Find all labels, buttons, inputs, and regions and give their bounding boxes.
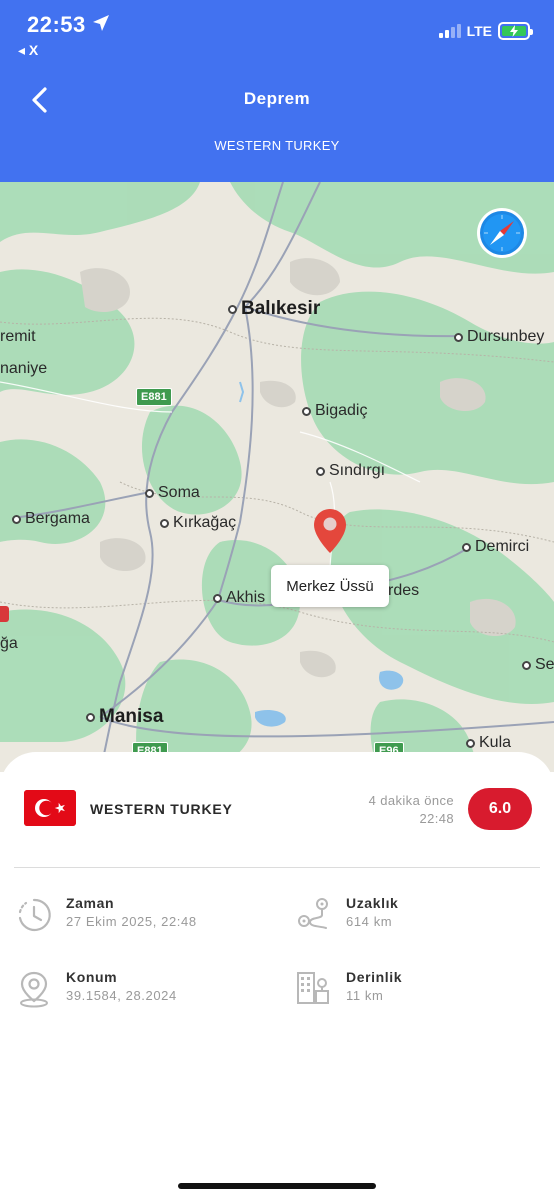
map-terrain xyxy=(0,182,554,772)
uzaklik-label: Uzaklık xyxy=(346,895,399,911)
info-konum: Konum 39.1584, 28.2024 xyxy=(16,969,256,1009)
status-time: 22:53 xyxy=(27,12,86,37)
magnitude-badge: 6.0 xyxy=(468,788,532,830)
map-label-gordes[interactable]: rdes xyxy=(388,582,419,600)
city-dot-icon xyxy=(86,712,95,722)
signal-icon xyxy=(438,24,461,38)
map-label-text: Dursunbey xyxy=(467,328,545,345)
building-depth-icon xyxy=(297,972,329,1004)
map-label-balikesir[interactable]: Balıkesir xyxy=(228,298,320,320)
city-dot-icon xyxy=(213,593,222,603)
battery-icon xyxy=(498,22,533,40)
map-label-edremit[interactable]: remit xyxy=(0,328,36,346)
zaman-label: Zaman xyxy=(66,895,115,911)
city-dot-icon xyxy=(454,332,463,342)
derinlik-value: 11 km xyxy=(346,988,384,1003)
event-time: 22:48 xyxy=(419,811,454,826)
map-label-text: naniye xyxy=(0,360,48,377)
map-label-text: ğa xyxy=(0,635,18,652)
map-label-demirci[interactable]: Demirci xyxy=(462,538,529,556)
network-type: LTE xyxy=(466,23,492,39)
map-label-text: Bergama xyxy=(25,510,90,527)
map-label-kula[interactable]: Kula xyxy=(466,734,511,752)
city-dot-icon xyxy=(462,542,471,552)
map-label-akhisar[interactable]: Akhis xyxy=(213,589,265,607)
info-zaman: Zaman 27 Ekim 2025, 22:48 xyxy=(16,895,256,935)
map-label-text: Bigadiç xyxy=(315,402,368,419)
map-label-kirkagac[interactable]: Kırkağaç xyxy=(160,514,236,532)
city-dot-icon xyxy=(160,518,169,528)
konum-label: Konum xyxy=(66,969,118,985)
map-label-aga[interactable]: ğa xyxy=(0,635,18,653)
city-dot-icon xyxy=(466,738,475,748)
derinlik-label: Derinlik xyxy=(346,969,403,985)
map-label-bigadic[interactable]: Bigadiç xyxy=(302,402,367,420)
city-dot-icon xyxy=(228,304,237,314)
compass-icon[interactable] xyxy=(476,207,528,259)
info-uzaklik: Uzaklık 614 km xyxy=(296,895,536,935)
route-distance-icon xyxy=(298,898,328,929)
back-to-app-link[interactable]: ◂ X xyxy=(18,42,38,59)
epicenter-callout: Merkez Üssü xyxy=(271,565,389,607)
map-label-text: Kırkağaç xyxy=(173,514,237,531)
map-label-bergama[interactable]: Bergama xyxy=(12,510,90,528)
city-dot-icon xyxy=(522,660,531,670)
city-dot-icon xyxy=(316,466,325,476)
map-label-dursunbey[interactable]: Dursunbey xyxy=(454,328,544,346)
location-arrow-icon xyxy=(93,15,109,31)
map-label-text: Sındırgı xyxy=(329,462,386,479)
time-ago: 4 dakika önce xyxy=(368,793,454,808)
divider xyxy=(14,867,540,868)
info-derinlik: Derinlik 11 km xyxy=(296,969,536,1009)
map-label-text: rdes xyxy=(388,582,420,599)
clock-history-icon xyxy=(18,898,51,932)
region-name: WESTERN TURKEY xyxy=(90,801,233,817)
charging-bolt-icon xyxy=(510,25,518,37)
location-pin-icon xyxy=(20,971,48,1008)
turkey-flag-icon xyxy=(24,790,76,826)
status-indicators: LTE xyxy=(438,22,533,40)
city-dot-icon xyxy=(145,488,154,498)
page-title: Deprem xyxy=(243,89,311,108)
map-label-havran[interactable]: naniye xyxy=(0,360,47,378)
map-label-text: Se xyxy=(535,656,554,673)
map-label-text: Akhis xyxy=(226,589,266,606)
road-shield-partial xyxy=(0,606,9,622)
road-shield-e881: E881 xyxy=(136,388,172,406)
city-dot-icon xyxy=(12,514,21,524)
map-label-soma[interactable]: Soma xyxy=(145,484,200,502)
map-label-text: Demirci xyxy=(475,538,530,555)
konum-value: 39.1584, 28.2024 xyxy=(66,988,177,1003)
map-label-text: Soma xyxy=(158,484,200,501)
map-label-manisa[interactable]: Manisa xyxy=(86,706,163,728)
map-label-sindirgi[interactable]: Sındırgı xyxy=(316,462,385,480)
map-label-text: Balıkesir xyxy=(241,298,321,319)
epicenter-pin-icon[interactable] xyxy=(313,508,347,554)
home-indicator[interactable] xyxy=(178,1183,376,1189)
city-dot-icon xyxy=(302,406,311,416)
uzaklik-value: 614 km xyxy=(346,914,393,929)
header: 22:53 ◂ X LTE Deprem WESTERN TURKEY xyxy=(0,0,554,182)
page-subtitle: WESTERN TURKEY xyxy=(214,138,340,153)
map-label-se[interactable]: Se xyxy=(522,656,554,674)
map-label-text: remit xyxy=(0,328,36,345)
zaman-value: 27 Ekim 2025, 22:48 xyxy=(66,914,197,929)
map-view[interactable]: Balıkesir Dursunbey remit naniye Bigadiç… xyxy=(0,182,554,772)
map-label-text: Manisa xyxy=(99,706,164,727)
map-label-text: Kula xyxy=(479,734,512,751)
